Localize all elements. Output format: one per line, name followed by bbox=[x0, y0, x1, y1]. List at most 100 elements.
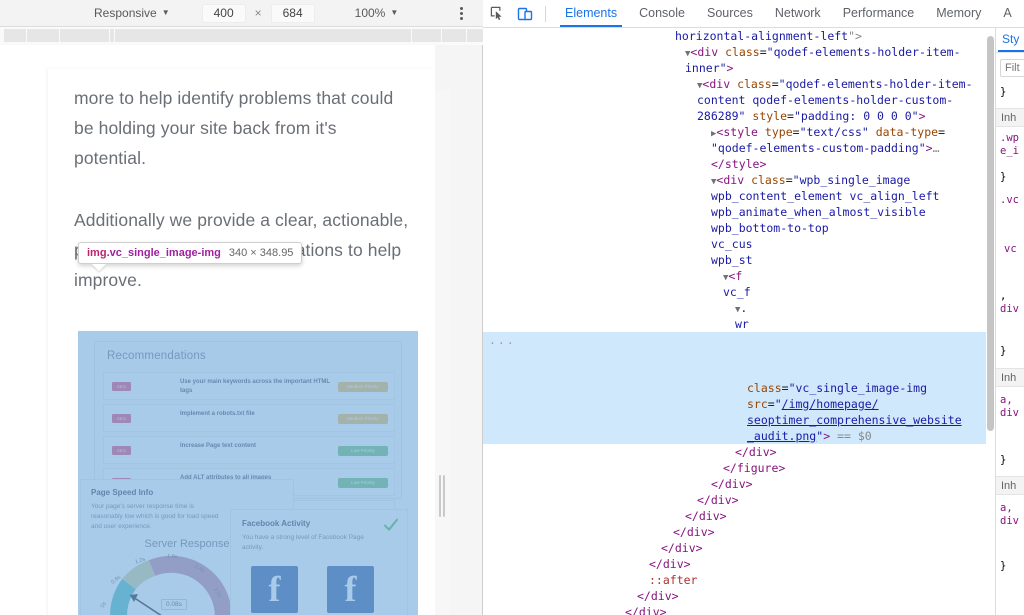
tab-performance[interactable]: Performance bbox=[832, 0, 926, 27]
resize-grip-icon[interactable] bbox=[439, 475, 446, 517]
dom-line[interactable]: inner"> bbox=[483, 60, 995, 76]
dom-tree-panel[interactable]: horizontal-alignment-left"> ▼<div class=… bbox=[483, 28, 995, 615]
style-rule[interactable]: } bbox=[1000, 345, 1006, 358]
devtools-tabbar: Elements Console Sources Network Perform… bbox=[483, 0, 1024, 28]
scrollbar-thumb[interactable] bbox=[987, 36, 994, 431]
zoom-select[interactable]: 100% ▼ bbox=[349, 4, 405, 23]
dom-line[interactable]: content qodef-elements-holder-custom- bbox=[483, 92, 995, 108]
dom-tree: horizontal-alignment-left"> ▼<div class=… bbox=[483, 28, 995, 615]
style-selector[interactable]: div bbox=[1000, 303, 1019, 316]
style-selector[interactable]: a, bbox=[1000, 502, 1013, 515]
dom-line[interactable]: "qodef-elements-custom-padding">… bbox=[483, 140, 995, 156]
dom-tree-scrollbar[interactable] bbox=[986, 28, 995, 615]
dom-line-selected[interactable]: class="vc_single_image-img bbox=[483, 380, 995, 396]
chevron-down-icon: ▼ bbox=[162, 9, 170, 17]
inspect-element-icon[interactable] bbox=[483, 0, 511, 27]
tab-sources[interactable]: Sources bbox=[696, 0, 764, 27]
style-selector[interactable]: .vc bbox=[1000, 194, 1019, 207]
tab-styles[interactable]: Sty bbox=[996, 28, 1024, 46]
priority-badge: Medium Priority bbox=[338, 414, 388, 424]
tooltip-tag-name: img bbox=[87, 247, 107, 259]
priority-badge: Low Priority bbox=[338, 478, 388, 488]
styles-tabbar: Sty bbox=[996, 28, 1024, 53]
tab-network[interactable]: Network bbox=[764, 0, 832, 27]
style-rule[interactable]: } bbox=[1000, 86, 1006, 99]
rendered-page: more to help identify problems that coul… bbox=[48, 69, 435, 615]
dom-line-selected[interactable]: seoptimer_comprehensive_website bbox=[483, 412, 995, 428]
dom-line[interactable]: ▼<div class="wpb_single_image bbox=[483, 172, 995, 188]
tooltip-selector: img.vc_single_image-img bbox=[87, 247, 221, 259]
style-selector[interactable]: div bbox=[1000, 515, 1019, 528]
dom-line-pseudo[interactable]: ::after bbox=[483, 572, 995, 588]
styles-sidebar: Sty Filt } Inh .wp e_i } .vc vc , div } … bbox=[995, 28, 1024, 615]
priority-badge: Low Priority bbox=[338, 446, 388, 456]
dom-line[interactable]: </div> bbox=[483, 444, 995, 460]
seo-badge: SEO bbox=[112, 414, 131, 423]
toolbar-divider bbox=[545, 6, 546, 22]
tab-memory[interactable]: Memory bbox=[925, 0, 992, 27]
dom-line[interactable]: ▼<div class="qodef-elements-holder-item- bbox=[483, 44, 995, 60]
dom-line[interactable]: 286289" style="padding: 0 0 0 0"> bbox=[483, 108, 995, 124]
device-select-label: Responsive bbox=[94, 6, 157, 20]
dom-line-selected[interactable]: src="/img/homepage/ bbox=[483, 396, 995, 412]
style-selector[interactable]: div bbox=[1000, 407, 1019, 420]
styles-filter-input[interactable]: Filt bbox=[1000, 59, 1024, 77]
dom-line[interactable]: wpb_st bbox=[483, 252, 995, 268]
dom-line[interactable]: </figure> bbox=[483, 460, 995, 476]
device-select[interactable]: Responsive ▼ bbox=[88, 4, 176, 23]
devtools-panel: Elements Console Sources Network Perform… bbox=[483, 0, 1024, 615]
priority-badge: Medium Priority bbox=[338, 382, 388, 392]
recommendation-row: SEO Increase Page text content Low Prior… bbox=[103, 436, 395, 464]
dom-line[interactable]: </div> bbox=[483, 556, 995, 572]
style-selector[interactable]: vc bbox=[1004, 243, 1017, 256]
dom-line[interactable]: vc_cus bbox=[483, 236, 995, 252]
dom-line-selected[interactable]: _audit.png"> == $0 bbox=[483, 428, 995, 444]
dom-line[interactable]: vc_f bbox=[483, 284, 995, 300]
inherited-section-header[interactable]: Inh bbox=[996, 476, 1024, 495]
dom-line[interactable]: ▶<style type="text/css" data-type= bbox=[483, 124, 995, 140]
dom-line[interactable]: horizontal-alignment-left"> bbox=[483, 28, 995, 44]
recommendation-row: SEO Implement a robots.txt file Medium P… bbox=[103, 404, 395, 432]
tab-application[interactable]: A bbox=[992, 0, 1022, 27]
dom-line[interactable]: ▼<div class="qodef-elements-holder-item- bbox=[483, 76, 995, 92]
dom-line[interactable]: </div> bbox=[483, 588, 995, 604]
dom-line[interactable]: wpb_animate_when_almost_visible bbox=[483, 204, 995, 220]
style-selector[interactable]: e_i bbox=[1000, 145, 1019, 158]
style-rule[interactable]: } bbox=[1000, 560, 1006, 573]
server-response-gauge: 0s 0.6s 1.2s 1.8s 2.4s 3.0s 0.08s bbox=[105, 552, 237, 615]
device-emulation-pane: Responsive ▼ 400 × 684 100% ▼ bbox=[0, 0, 483, 615]
style-selector[interactable]: , bbox=[1000, 290, 1006, 303]
style-selector[interactable]: .wp bbox=[1000, 132, 1019, 145]
dom-line[interactable]: wpb_bottom-to-top bbox=[483, 220, 995, 236]
emulated-viewport[interactable]: more to help identify problems that coul… bbox=[0, 45, 435, 615]
dom-line[interactable]: wpb_content_element vc_align_left bbox=[483, 188, 995, 204]
dom-line[interactable]: </div> bbox=[483, 508, 995, 524]
style-rule[interactable]: } bbox=[1000, 171, 1006, 184]
dom-line[interactable]: </div> bbox=[483, 604, 995, 615]
dom-line[interactable]: </style> bbox=[483, 156, 995, 172]
dom-line[interactable]: ▼<f bbox=[483, 268, 995, 284]
recommendation-text: Use your main keywords across the import… bbox=[180, 378, 330, 396]
dom-line[interactable]: ▼. bbox=[483, 300, 995, 316]
viewport-resize-handle[interactable] bbox=[435, 90, 450, 615]
tab-elements[interactable]: Elements bbox=[554, 0, 628, 27]
dom-line-selected[interactable]: ... bbox=[483, 332, 995, 380]
tab-console[interactable]: Console bbox=[628, 0, 696, 27]
dom-line[interactable]: </div> bbox=[483, 540, 995, 556]
tab-underline bbox=[998, 50, 1024, 52]
device-toolbar-icon[interactable] bbox=[511, 0, 539, 27]
viewport-width-input[interactable]: 400 bbox=[202, 4, 246, 23]
viewport-height-input[interactable]: 684 bbox=[271, 4, 315, 23]
dom-line[interactable]: </div> bbox=[483, 492, 995, 508]
device-toolbar: Responsive ▼ 400 × 684 100% ▼ bbox=[0, 0, 483, 27]
style-rule[interactable]: } bbox=[1000, 454, 1006, 467]
style-selector[interactable]: a, bbox=[1000, 394, 1013, 407]
inherited-section-header[interactable]: Inh bbox=[996, 108, 1024, 127]
recommendations-card: Recommendations SEO Use your main keywor… bbox=[94, 341, 402, 499]
dom-line[interactable]: </div> bbox=[483, 476, 995, 492]
dom-line[interactable]: </div> bbox=[483, 524, 995, 540]
inspected-image[interactable]: Recommendations SEO Use your main keywor… bbox=[78, 331, 418, 615]
dom-line[interactable]: wr bbox=[483, 316, 995, 332]
more-vertical-icon[interactable] bbox=[453, 5, 469, 22]
inherited-section-header[interactable]: Inh bbox=[996, 368, 1024, 387]
